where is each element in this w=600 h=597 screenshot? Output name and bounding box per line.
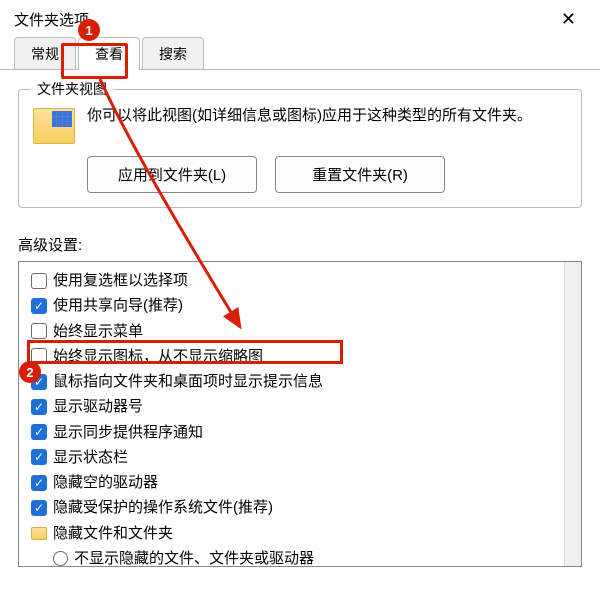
checkbox[interactable] <box>31 449 47 465</box>
reset-folders-button[interactable]: 重置文件夹(R) <box>275 156 445 193</box>
advanced-item-3[interactable]: 始终显示图标，从不显示缩略图 <box>31 344 573 369</box>
advanced-item-11[interactable]: 不显示隐藏的文件、文件夹或驱动器 <box>31 546 573 567</box>
item-label: 显示驱动器号 <box>53 395 143 418</box>
tab-search[interactable]: 搜索 <box>142 37 204 69</box>
advanced-item-7[interactable]: 显示状态栏 <box>31 445 573 470</box>
folder-views-legend: 文件夹视图 <box>31 79 113 99</box>
advanced-settings-list: 使用复选框以选择项使用共享向导(推荐) 始终显示菜单始终显示图标，从不显示缩略图鼠… <box>19 262 581 567</box>
folder-views-group: 文件夹视图 你可以将此视图(如详细信息或图标)应用于这种类型的所有文件夹。 应用… <box>18 89 582 208</box>
item-label: 隐藏受保护的操作系统文件(推荐) <box>53 496 273 519</box>
item-label: 始终显示菜单 <box>53 320 143 343</box>
folder-views-desc: 你可以将此视图(如详细信息或图标)应用于这种类型的所有文件夹。 <box>87 104 567 127</box>
tab-general[interactable]: 常规 <box>14 37 76 69</box>
radio[interactable] <box>53 551 68 566</box>
checkbox[interactable] <box>31 323 47 339</box>
advanced-item-10[interactable]: 隐藏文件和文件夹 <box>31 521 573 546</box>
advanced-item-6[interactable]: 显示同步提供程序通知 <box>31 420 573 445</box>
annotation-marker-2: 2 <box>19 361 41 383</box>
annotation-marker-1: 1 <box>78 19 100 41</box>
checkbox[interactable] <box>31 273 47 289</box>
tab-bar: 常规 查看 搜索 <box>0 37 600 70</box>
tab-view[interactable]: 查看 <box>78 37 140 69</box>
item-label: 始终显示图标，从不显示缩略图 <box>53 345 263 368</box>
item-label: 隐藏空的驱动器 <box>53 471 158 494</box>
item-label: 显示同步提供程序通知 <box>53 421 203 444</box>
advanced-item-4[interactable]: 鼠标指向文件夹和桌面项时显示提示信息 <box>31 369 573 394</box>
folder-icon <box>33 108 75 144</box>
item-label: 使用复选框以选择项 <box>53 269 188 292</box>
checkbox[interactable] <box>31 399 47 415</box>
checkbox[interactable] <box>31 424 47 440</box>
advanced-item-5[interactable]: 显示驱动器号 <box>31 394 573 419</box>
item-label: 显示状态栏 <box>53 446 128 469</box>
apply-to-folders-button[interactable]: 应用到文件夹(L) <box>87 156 257 193</box>
close-icon[interactable]: ✕ <box>551 6 586 32</box>
checkbox[interactable] <box>31 298 47 314</box>
folder-icon <box>31 527 47 540</box>
advanced-item-8[interactable]: 隐藏空的驱动器 <box>31 470 573 495</box>
advanced-item-9[interactable]: 隐藏受保护的操作系统文件(推荐) <box>31 495 573 520</box>
advanced-item-2[interactable]: 始终显示菜单 <box>31 319 573 344</box>
scrollbar[interactable] <box>564 262 581 566</box>
item-label: 使用共享向导(推荐) <box>53 294 183 317</box>
checkbox[interactable] <box>31 500 47 516</box>
item-label: 隐藏文件和文件夹 <box>53 522 173 545</box>
item-label: 不显示隐藏的文件、文件夹或驱动器 <box>74 547 314 567</box>
advanced-settings-label: 高级设置: <box>18 234 582 255</box>
item-label: 鼠标指向文件夹和桌面项时显示提示信息 <box>53 370 323 393</box>
checkbox[interactable] <box>31 475 47 491</box>
advanced-settings-panel: 使用复选框以选择项使用共享向导(推荐) 始终显示菜单始终显示图标，从不显示缩略图鼠… <box>18 261 582 567</box>
advanced-item-0[interactable]: 使用复选框以选择项 <box>31 268 573 293</box>
advanced-item-1[interactable]: 使用共享向导(推荐) <box>31 293 573 318</box>
